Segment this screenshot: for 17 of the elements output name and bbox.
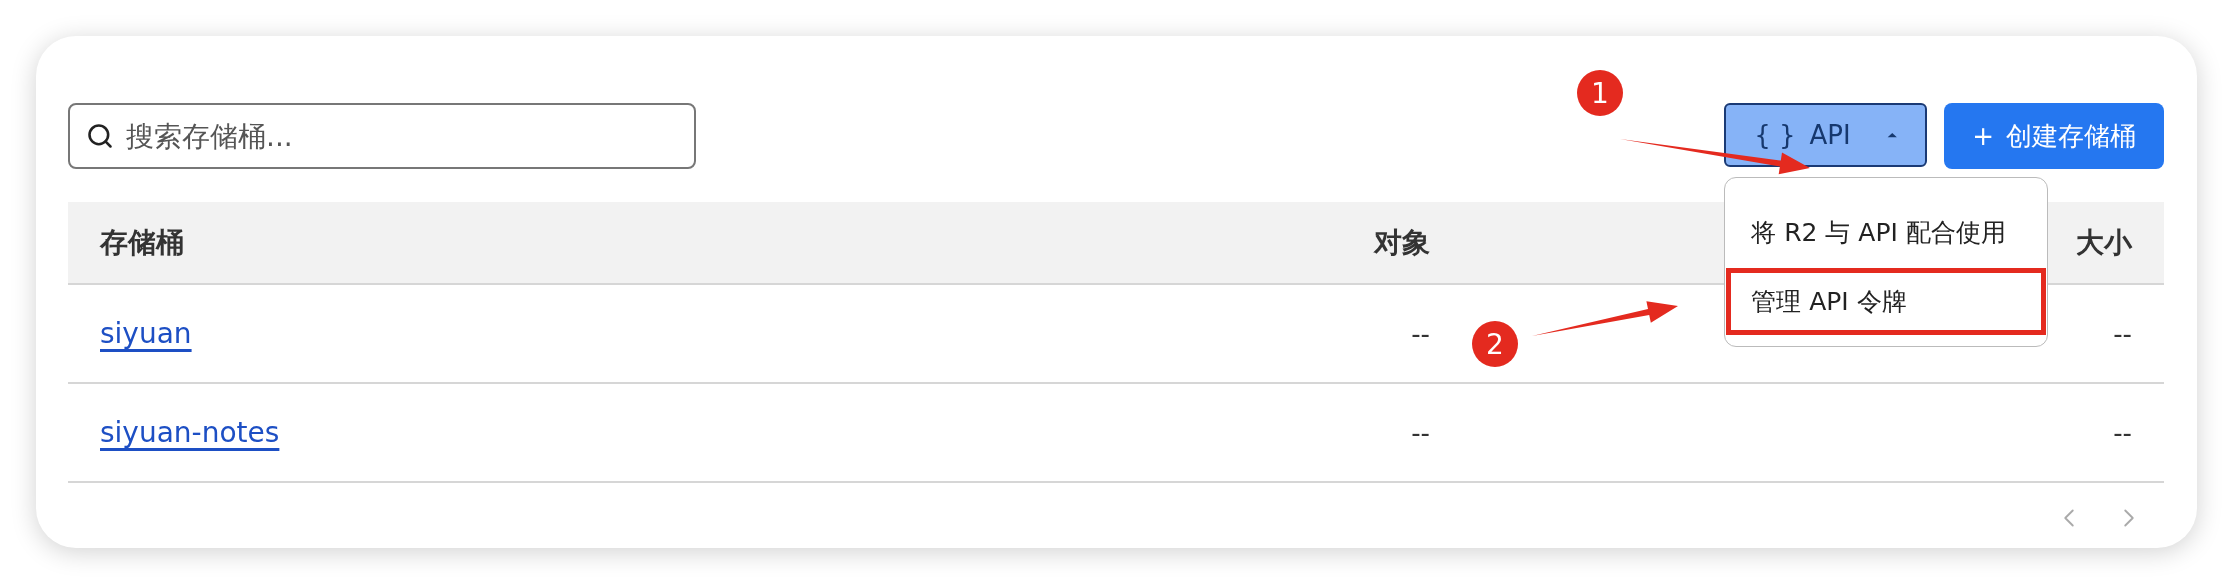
annotation-badge: 1	[1577, 70, 1623, 116]
column-header: 大小	[2076, 225, 2132, 259]
create-bucket-button[interactable]: + 创建存储桶	[1944, 103, 2164, 169]
column-header: 存储桶	[100, 225, 184, 259]
bucket-link[interactable]: siyuan	[100, 317, 192, 350]
column-header: 对象	[1374, 225, 1430, 259]
search-field[interactable]: 搜索存储桶...	[68, 103, 696, 169]
bucket-link[interactable]: siyuan-notes	[100, 416, 280, 449]
api-button[interactable]: { } API	[1724, 103, 1928, 167]
table-cell: --	[2113, 318, 2132, 349]
annotation-badge: 2	[1472, 321, 1518, 367]
menu-item[interactable]: 将 R2 与 API 配合使用	[1725, 198, 2048, 267]
table-cell: --	[1411, 318, 1430, 349]
menu-item[interactable]: 管理 API 令牌	[1725, 267, 2048, 336]
search-icon	[86, 122, 114, 150]
table-cell: --	[1411, 417, 1430, 448]
table-cell: --	[2113, 417, 2132, 448]
